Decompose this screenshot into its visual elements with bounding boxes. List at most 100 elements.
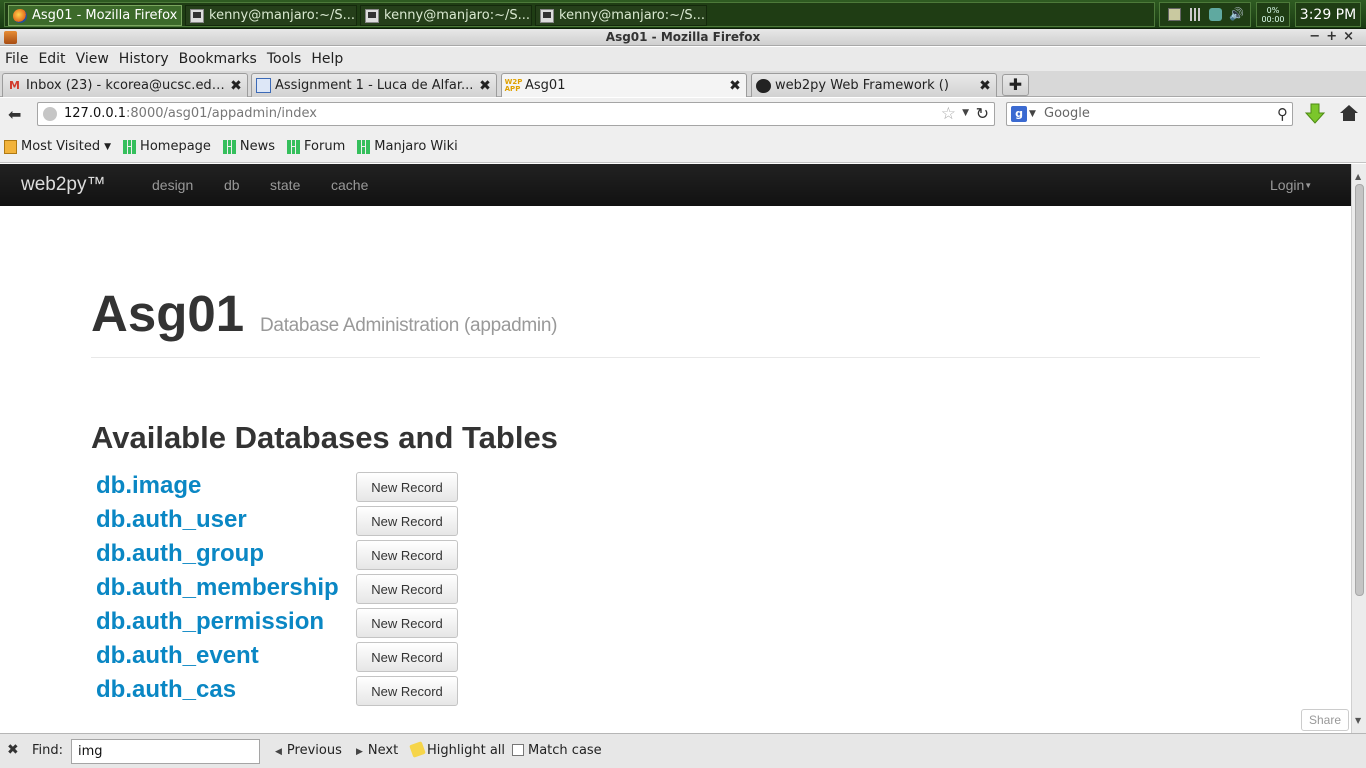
back-button[interactable]: ⬅ (8, 105, 21, 124)
firefox-icon (13, 8, 27, 23)
task-firefox[interactable]: Asg01 - Mozilla Firefox (8, 5, 182, 26)
home-icon[interactable] (1338, 101, 1360, 125)
new-record-button-auth-user[interactable]: New Record (356, 506, 458, 536)
tab-close-icon[interactable]: ✖ (728, 78, 742, 94)
find-next-button[interactable]: ▶ Next (356, 743, 398, 758)
page-scrollbar[interactable]: ▲ ▼ (1351, 164, 1366, 733)
table-link-auth-group[interactable]: db.auth_group (96, 540, 264, 568)
clock[interactable]: 3:29 PM (1295, 2, 1361, 27)
triangle-left-icon: ◀ (275, 747, 282, 757)
tab-close-icon[interactable]: ✖ (978, 78, 992, 94)
close-window-button[interactable]: × (1343, 29, 1360, 44)
tab-strip: M Inbox (23) - kcorea@ucsc.edu... ✖ Assi… (0, 71, 1366, 97)
scrollbar-thumb[interactable] (1355, 184, 1364, 596)
minimize-button[interactable]: − (1309, 29, 1326, 44)
reload-icon[interactable]: ↻ (976, 104, 989, 123)
login-dropdown[interactable]: Login▼ (1270, 177, 1312, 193)
scroll-down-icon[interactable]: ▼ (1355, 716, 1361, 725)
brand-link[interactable]: web2py™ (21, 174, 106, 196)
menu-history[interactable]: History (119, 51, 169, 67)
new-record-button-auth-event[interactable]: New Record (356, 642, 458, 672)
tab-asg01[interactable]: W2P APP Asg01 ✖ (501, 73, 747, 97)
cpu-load-widget[interactable]: 0% 00:00 (1256, 2, 1290, 27)
share-button[interactable]: Share (1301, 709, 1349, 731)
bookmark-forum[interactable]: Forum (287, 139, 345, 154)
menu-help[interactable]: Help (311, 51, 343, 67)
find-previous-button[interactable]: ◀ Previous (275, 743, 342, 758)
nav-state[interactable]: state (270, 177, 300, 193)
tab-close-icon[interactable]: ✖ (478, 78, 492, 94)
menu-tools[interactable]: Tools (267, 51, 302, 67)
manjaro-icon (287, 139, 301, 154)
table-link-auth-cas[interactable]: db.auth_cas (96, 676, 236, 704)
nav-design[interactable]: design (152, 177, 193, 193)
tab-assignment[interactable]: Assignment 1 - Luca de Alfar... ✖ (251, 73, 497, 97)
volume-icon[interactable]: 🔊 (1229, 8, 1244, 21)
url-history-dropdown-icon[interactable]: ▼ (962, 108, 969, 118)
window-titlebar[interactable]: Asg01 - Mozilla Firefox −+× (0, 29, 1366, 46)
tab-web2py-framework[interactable]: web2py Web Framework () ✖ (751, 73, 997, 97)
find-label: Find: (32, 743, 64, 758)
table-link-auth-permission[interactable]: db.auth_permission (96, 608, 324, 636)
caret-down-icon: ▼ (1304, 181, 1313, 190)
site-identity-icon[interactable] (43, 107, 57, 121)
new-record-button-image[interactable]: New Record (356, 472, 458, 502)
find-input[interactable]: img (71, 739, 260, 764)
window-title: Asg01 - Mozilla Firefox (605, 30, 761, 44)
menu-bookmarks[interactable]: Bookmarks (179, 51, 257, 67)
search-bar[interactable]: g ▼ Google ⚲ (1006, 102, 1293, 126)
task-terminal-3[interactable]: kenny@manjaro:~/S... (535, 5, 707, 26)
bookmark-news[interactable]: News (222, 139, 275, 154)
update-manager-icon[interactable] (1208, 8, 1222, 21)
manjaro-icon (222, 139, 236, 154)
url-text[interactable]: 127.0.0.1:8000/asg01/appadmin/index (64, 106, 317, 121)
menu-file[interactable]: File (5, 51, 28, 67)
bookmark-homepage[interactable]: Homepage (123, 139, 211, 154)
url-path: :8000/asg01/appadmin/index (126, 106, 317, 121)
menu-edit[interactable]: Edit (38, 51, 65, 67)
download-arrow-icon[interactable] (1304, 102, 1326, 126)
terminal-icon (190, 8, 204, 23)
engine-dropdown-icon[interactable]: ▼ (1029, 109, 1036, 119)
bookmark-star-icon[interactable]: ☆ (941, 104, 956, 124)
tables-list: db.image New Record db.auth_user New Rec… (96, 470, 466, 708)
new-record-button-auth-cas[interactable]: New Record (356, 676, 458, 706)
table-link-image[interactable]: db.image (96, 472, 201, 500)
bookmark-manjaro-wiki[interactable]: Manjaro Wiki (357, 139, 458, 154)
new-tab-button[interactable]: ✚ (1002, 74, 1029, 96)
new-record-button-auth-group[interactable]: New Record (356, 540, 458, 570)
window-menu-icon[interactable] (4, 31, 17, 44)
bookmark-most-visited[interactable]: Most Visited ▼ (4, 139, 111, 154)
highlight-all-button[interactable]: Highlight all (409, 741, 505, 758)
task-label: kenny@manjaro:~/S... (384, 8, 530, 23)
maximize-button[interactable]: + (1326, 29, 1343, 44)
new-record-button-auth-membership[interactable]: New Record (356, 574, 458, 604)
search-icon[interactable]: ⚲ (1277, 105, 1288, 123)
match-case-checkbox[interactable]: Match case (512, 743, 602, 758)
google-engine-icon[interactable]: g (1011, 106, 1027, 122)
manjaro-icon (357, 139, 371, 154)
checkbox-icon[interactable] (512, 744, 524, 756)
window-controls: −+× (1309, 29, 1360, 45)
table-link-auth-user[interactable]: db.auth_user (96, 506, 247, 534)
close-find-bar-icon[interactable]: ✖ (7, 742, 19, 758)
nav-db[interactable]: db (224, 177, 240, 193)
table-link-auth-membership[interactable]: db.auth_membership (96, 574, 339, 602)
tab-label: web2py Web Framework () (775, 78, 949, 93)
clipboard-icon[interactable] (1167, 8, 1181, 21)
tab-close-icon[interactable]: ✖ (229, 78, 243, 94)
table-link-auth-event[interactable]: db.auth_event (96, 642, 259, 670)
nav-cache[interactable]: cache (331, 177, 368, 193)
url-bar[interactable]: 127.0.0.1:8000/asg01/appadmin/index ☆ ▼ … (37, 102, 995, 126)
github-icon (756, 78, 771, 93)
new-record-button-auth-permission[interactable]: New Record (356, 608, 458, 638)
terminal-icon (365, 8, 379, 23)
task-terminal-1[interactable]: kenny@manjaro:~/S... (185, 5, 357, 26)
menu-view[interactable]: View (76, 51, 109, 67)
tab-gmail[interactable]: M Inbox (23) - kcorea@ucsc.edu... ✖ (2, 73, 248, 97)
task-terminal-2[interactable]: kenny@manjaro:~/S... (360, 5, 532, 26)
network-signal-icon[interactable] (1188, 8, 1202, 21)
scroll-up-icon[interactable]: ▲ (1355, 172, 1361, 181)
table-row: db.auth_group New Record (96, 538, 466, 572)
search-input[interactable]: Google (1044, 106, 1090, 121)
